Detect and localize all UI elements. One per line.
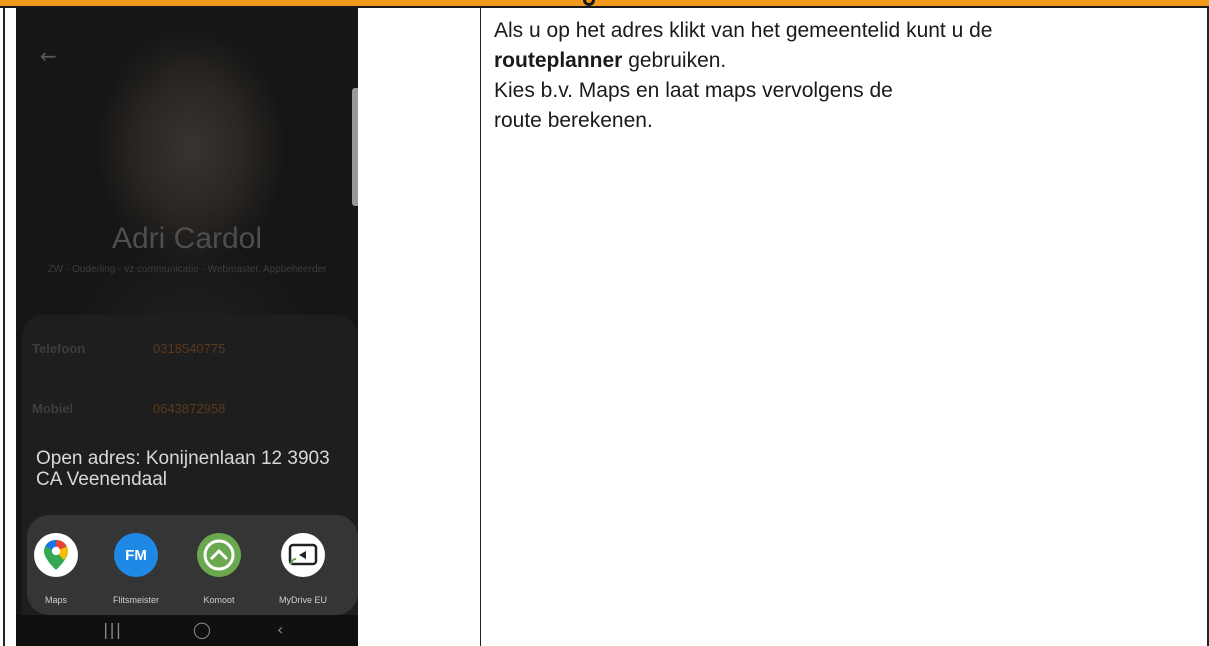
flitsmeister-badge: FM <box>125 546 147 564</box>
header-band <box>0 0 1209 8</box>
table-border-left <box>3 8 5 646</box>
app-label-komoot: Komoot <box>203 595 235 605</box>
app-option-komoot[interactable]: Komoot <box>184 533 254 605</box>
app-option-maps[interactable]: Maps <box>21 533 91 605</box>
back-arrow-icon[interactable]: ← <box>40 44 57 68</box>
app-option-flitsmeister[interactable]: FM Flitsmeister <box>101 533 171 605</box>
phone-screenshot: ← Adri Cardol ZW - Ouderling - vz commun… <box>16 8 358 646</box>
komoot-icon <box>197 533 241 577</box>
profile-photo <box>16 8 358 328</box>
mobile-value[interactable]: 0643872958 <box>153 401 225 416</box>
phone-value[interactable]: 0318540775 <box>153 341 225 356</box>
scroll-handle[interactable] <box>352 88 358 206</box>
profile-name: Adri Cardol <box>111 222 263 255</box>
recent-apps-icon[interactable]: ||| <box>103 620 122 639</box>
android-navigation-bar: ||| ◯ ‹ <box>16 615 358 646</box>
phone-label: Telefoon <box>32 341 86 356</box>
google-maps-icon <box>34 533 78 577</box>
app-label-mydrive: MyDrive EU <box>278 595 327 605</box>
instruction-line-2-rest: gebruiken. <box>622 49 727 72</box>
mydrive-icon <box>281 533 325 577</box>
instruction-line-3: Kies b.v. Maps en laat maps vervolgens d… <box>494 79 893 132</box>
table-border-middle <box>480 8 481 646</box>
profile-roles: ZW - Ouderling - vz communicatie - Webma… <box>47 264 327 275</box>
instruction-line-2: routeplanner gebruiken. <box>494 46 1194 76</box>
home-icon[interactable]: ◯ <box>193 620 211 639</box>
mobile-label: Mobiel <box>32 401 74 416</box>
instruction-line-1: Als u op het adres klikt van het gemeent… <box>494 19 993 42</box>
instruction-text: Als u op het adres klikt van het gemeent… <box>494 16 1194 136</box>
open-address-title: Open adres: Konijnenlaan 12 3903 CA Veen… <box>36 448 330 490</box>
app-option-mydrive[interactable]: MyDrive EU <box>268 533 338 605</box>
flitsmeister-icon: FM <box>114 533 158 577</box>
app-label-flitsmeister: Flitsmeister <box>112 595 159 605</box>
app-label-maps: Maps <box>44 595 67 605</box>
routeplanner-bold: routeplanner <box>494 49 623 72</box>
back-icon[interactable]: ‹ <box>277 620 283 639</box>
